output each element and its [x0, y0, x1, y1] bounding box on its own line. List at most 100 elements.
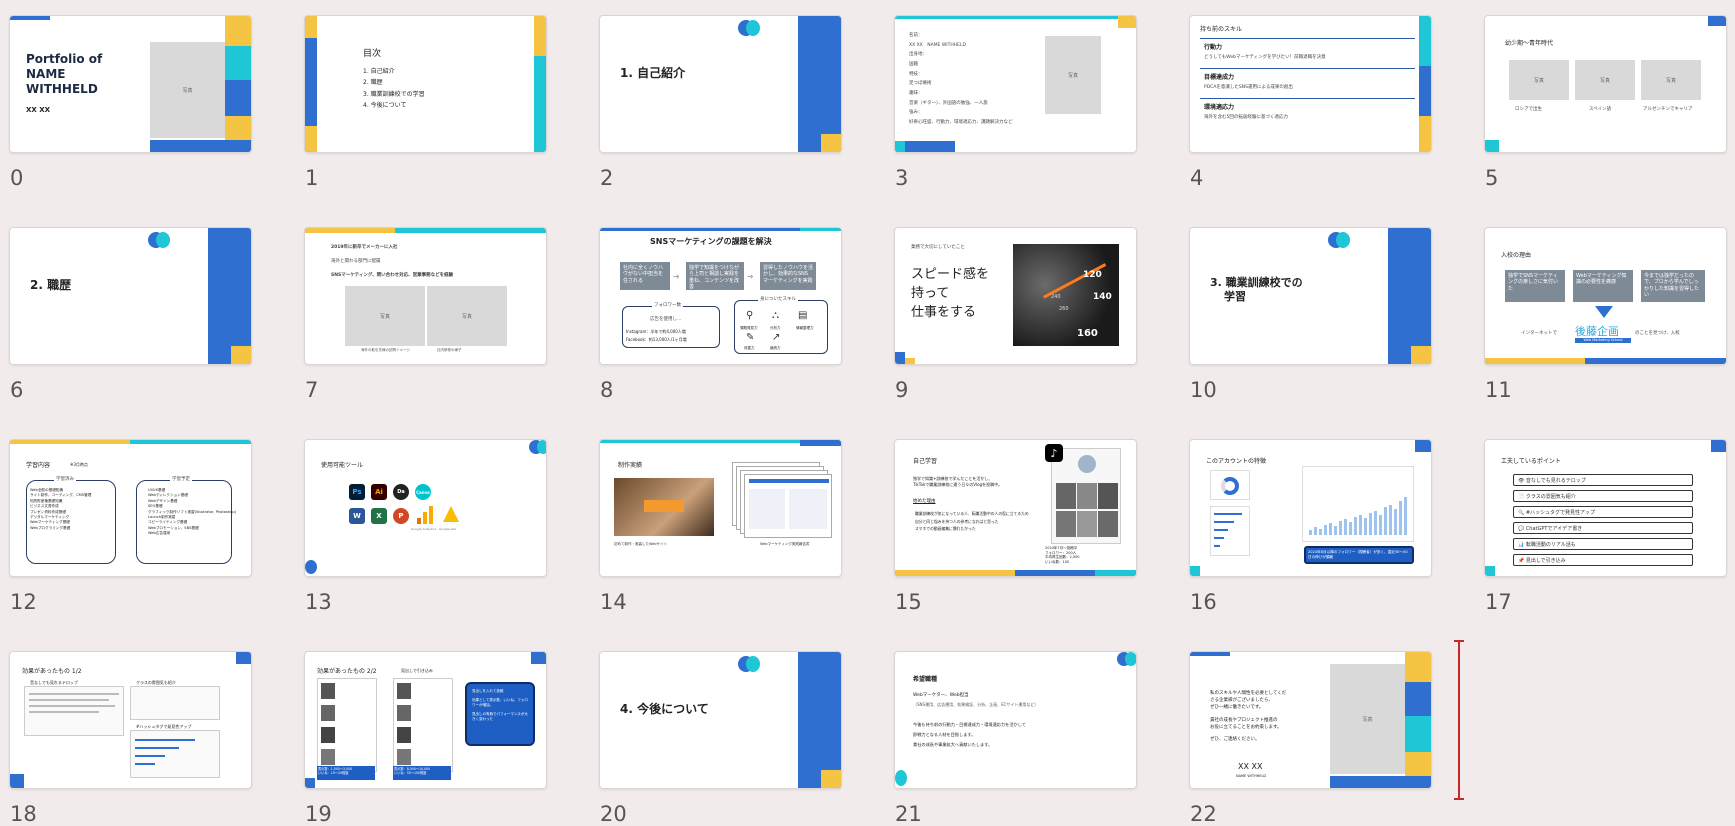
slide-title: 効果があったもの 2/2 — [317, 668, 377, 675]
slide-preview: 工夫しているポイント 👁 音なしでも見れるテロップ 📄 クラスの雰囲気も紹介 🔍… — [1485, 440, 1726, 576]
powerpoint-icon: P — [393, 508, 409, 524]
slide-number: 9 — [895, 378, 909, 402]
description: 独学で知識+訓練校で学んだことを活かし、 TikTokで職業訓練校に通う日々のVl… — [913, 476, 1003, 487]
caption: 社内研修の様子 — [437, 348, 462, 352]
davinci-icon: Da — [393, 484, 409, 500]
photo-placeholder: 写真 — [1045, 36, 1101, 114]
school-logo-sub: Web Marketing School — [1575, 338, 1631, 343]
signature-name: XX XX — [1238, 762, 1263, 771]
slide-title: 2. 職歴 — [30, 278, 72, 292]
slide-preview: 2019年に新卒でメーカーに入社 海外と関わる部門に配属 SNSマーケティング、… — [305, 228, 546, 364]
slide-preview: 目次 1. 自己紹介 2. 職歴 3. 職業訓練校での学習 4. 今後について — [305, 16, 546, 152]
tool-label: Google Analytics — [411, 527, 437, 531]
skill-item: 分析力 — [770, 326, 781, 330]
slide-preview: SNSマーケティングの課題を解決 社内に全くノウハウがない中担当を任される ➜ … — [600, 228, 841, 364]
text-line: インターネットで — [1521, 331, 1557, 336]
skill-item: 課題発見力 — [740, 326, 758, 330]
insertion-marker[interactable] — [1454, 640, 1464, 800]
caption: 初めて制作・実装したWebサイト — [614, 542, 668, 546]
slide-preview: 効果があったもの 2/2 見出しで引き込み 表示数：1,000〜3,000 いいね… — [305, 652, 546, 788]
tiktok-profile-screenshot — [1051, 448, 1121, 544]
slide-title: 持ち前のスキル — [1200, 26, 1243, 33]
google-ads-icon — [443, 506, 459, 522]
slide-number: 2 — [600, 166, 614, 190]
slide-number: 19 — [305, 802, 332, 826]
highlight-note: 2024年8月以降のフォロワー（視聴者）が多く、直近30〜50日の伸びが顕著 — [1304, 546, 1414, 564]
hashtag-stats-screenshot — [130, 730, 220, 778]
step-box: 社内に全くノウハウがない中担当を任される — [620, 262, 670, 290]
photo-placeholder: 写真 — [1509, 60, 1569, 100]
stats-list: 2024年7月〜投稿中 フォロワー：200人 平均再生回数：2,000 いいね数：10… — [1045, 546, 1080, 564]
tool-label: Google Ads — [439, 527, 456, 531]
website-screenshot — [614, 478, 714, 536]
caption: 業務で大切にしていたこと — [911, 245, 965, 250]
caption: Webマーケティング実践報告書 — [760, 542, 810, 546]
donut-chart — [1210, 470, 1250, 500]
reason-box: 独学でSNSマーケティングの楽しさに気付いた — [1505, 270, 1565, 302]
excel-icon: X — [371, 508, 387, 524]
canva-icon: Canva — [415, 484, 431, 500]
column-title: 学習予定 — [170, 476, 192, 482]
reasons-list: 職業訓練校が気になっている人、転職活動中の人の役に立てるため 自分と同じ悩みを持つ… — [915, 511, 1029, 532]
facebook-stat: Facebook：約13,000人/1ヶ月増 — [626, 337, 687, 342]
closing-message: 私のスキルや人間性を必要としてくだ さる企業様がございましたら、 ぜひ一緒に働きたい… — [1210, 691, 1287, 742]
comment-screenshot — [24, 686, 124, 736]
slide-preview: Portfolio of NAME WITHHELD XX XX 写真 — [10, 16, 251, 152]
photo-placeholder: 写真 — [1641, 60, 1701, 100]
slide-preview: 学習内容 ※3月時点 学習済み Web全般の基礎知識 サイト制作、コーディング、C… — [10, 440, 251, 576]
slide-title: 自己学習 — [913, 458, 938, 465]
slide-number: 11 — [1485, 378, 1512, 402]
text-line: 2019年に新卒でメーカーに入社 — [331, 245, 398, 250]
ad-note: 広告を使用し… — [650, 317, 682, 322]
skill-item: 改善力 — [744, 346, 755, 350]
slide-number: 3 — [895, 166, 909, 190]
skill-item: 継続力 — [770, 346, 781, 350]
photo-placeholder: 写真 — [1575, 60, 1635, 100]
trend-icon: ↗ — [772, 332, 781, 343]
text-line: 即戦力となる人材を目指します。 — [913, 732, 976, 737]
followers-bar-chart — [1302, 466, 1414, 542]
section-title: 始めた理由 — [913, 499, 936, 504]
slide-number: 7 — [305, 378, 319, 402]
school-logo: 後藤企画 — [1575, 325, 1619, 338]
learned-list: Web全般の基礎知識 サイト制作、コーディング、CMS管理 知的財産権基礎知識 ビジネ… — [30, 488, 92, 530]
slide-title: 制作実績 — [618, 462, 643, 469]
slide-title: スピード感を 持って 仕事をする — [911, 267, 990, 320]
skill-desc: どうしてもWebマーケティングを学びたい！前職退職を決意 — [1204, 55, 1326, 60]
text-line: 貴社の成長や事業拡大へ貢献いたします。 — [913, 742, 993, 747]
slide-preview: 希望職種 Webマーケター、Web担当 （SNS運用、広告運用、効果検証、分析、… — [895, 652, 1136, 788]
slide-number: 16 — [1190, 590, 1217, 614]
text-line: Webマーケター、Web担当 — [913, 693, 969, 698]
photoshop-icon: Ps — [349, 484, 365, 500]
reason-box: 今までは独学だったので、プロから学んでしっかりした知識を習得したい — [1641, 270, 1705, 302]
slide-title: 入校の理由 — [1501, 252, 1532, 259]
instagram-stat: Instagram：半年で約4,000人増 — [626, 329, 686, 334]
slide-number: 6 — [10, 378, 24, 402]
slide-title: 希望職種 — [913, 676, 938, 683]
text-line: 海外と関わる部門に配属 — [331, 259, 381, 264]
report-pages — [744, 474, 832, 538]
skill-heading: 環境適応力 — [1204, 104, 1235, 111]
caption: スペイン語 — [1589, 107, 1612, 112]
photo-placeholder: 写真 — [345, 286, 425, 346]
slide-preview: 3. 職業訓練校での 学習 — [1190, 228, 1431, 364]
tiktok-icon: ♪ — [1045, 444, 1063, 462]
slide-number: 0 — [10, 166, 24, 190]
slide-title: 4. 今後について — [620, 702, 709, 716]
reason-box: Webマーケティング知識の必要性を痛感 — [1573, 270, 1633, 302]
slide-number: 15 — [895, 590, 922, 614]
arrow-down-icon — [1595, 306, 1613, 318]
word-icon: W — [349, 508, 365, 524]
slide-number: 20 — [600, 802, 627, 826]
bar-list-chart — [1210, 506, 1250, 556]
photo-placeholder: 写真 — [150, 42, 225, 138]
magnifier-icon: ⚲ — [746, 310, 754, 321]
slide-number: 18 — [10, 802, 37, 826]
slide-number: 13 — [305, 590, 332, 614]
slide-title: 使用可能ツール — [321, 462, 364, 469]
slide-title: 幼少期〜青年時代 — [1505, 40, 1554, 47]
result-box: 見出しを入れて投稿 効果として表示数、いいね、フォロワーが増加。 見出しの有無でパフ… — [465, 682, 535, 746]
point-item: 📌 見出しで引き込み — [1513, 554, 1693, 566]
speedometer-image: 120 140 160 240 260 — [1013, 244, 1119, 346]
slide-subtitle: ※3月時点 — [70, 462, 88, 467]
